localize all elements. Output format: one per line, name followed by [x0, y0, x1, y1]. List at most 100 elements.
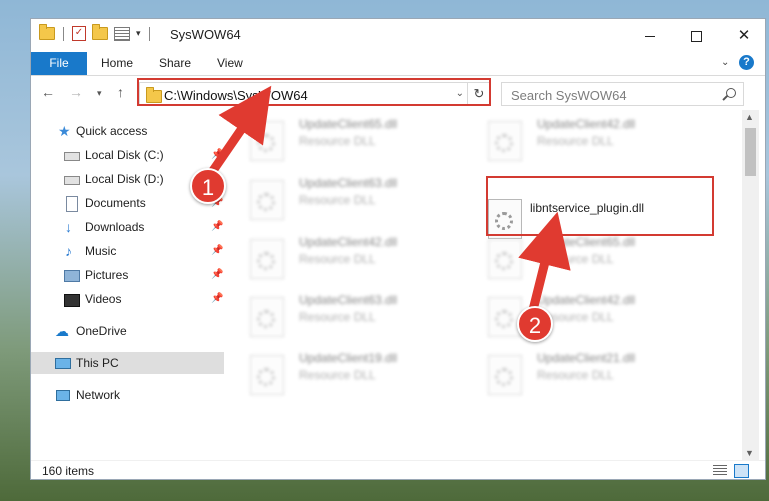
recent-locations-chevron-icon[interactable]: ▾ [97, 88, 102, 99]
pin-icon: 📌 [211, 245, 224, 256]
star-icon: ★ [58, 123, 71, 139]
help-icon[interactable]: ? [739, 55, 754, 70]
file-item[interactable]: UpdateClient19.dll Resource DLL [224, 347, 444, 397]
maximize-button[interactable] [673, 19, 719, 52]
sidebar-item-pictures[interactable]: Pictures 📌 [31, 264, 224, 286]
onedrive-icon: ☁ [55, 323, 69, 339]
customize-toolbar-chevron-icon[interactable]: ▾ [136, 28, 141, 39]
file-name: UpdateClient42.dll [537, 293, 636, 307]
dll-file-icon [250, 121, 284, 161]
navigation-pane: ★ Quick access Local Disk (C:) 📌 Local D… [31, 110, 224, 460]
file-list: UpdateClient65.dll Resource DLL UpdateCl… [224, 110, 742, 460]
dll-file-icon [488, 297, 522, 337]
dll-file-icon [488, 355, 522, 395]
properties-check-icon[interactable]: ✓ [72, 26, 86, 41]
window-title: SysWOW64 [170, 27, 241, 42]
file-type: Resource DLL [537, 368, 614, 382]
pictures-icon [64, 270, 80, 282]
large-icons-view-icon[interactable] [734, 464, 749, 478]
sidebar-item-this-pc[interactable]: This PC [31, 352, 224, 374]
file-name: UpdateClient21.dll [537, 351, 636, 365]
gear-icon [495, 368, 513, 386]
sidebar-item-label: Downloads [85, 220, 145, 234]
file-name: UpdateClient63.dll [299, 176, 398, 190]
pin-icon: 📌 [211, 149, 224, 160]
gear-icon [257, 252, 275, 270]
file-item[interactable]: UpdateClient21.dll Resource DLL [462, 347, 682, 397]
search-placeholder: Search SysWOW64 [511, 88, 627, 103]
file-item[interactable]: UpdateClient63.dll Resource DLL [224, 172, 444, 222]
details-view-icon[interactable] [713, 465, 727, 476]
dll-file-icon [488, 239, 522, 279]
tab-home[interactable]: Home [101, 52, 133, 75]
file-name: UpdateClient19.dll [299, 351, 398, 365]
back-button[interactable]: ← [41, 84, 55, 100]
properties-icon[interactable] [114, 26, 130, 41]
separator [148, 26, 150, 41]
tab-file[interactable]: File [31, 52, 87, 75]
expand-ribbon-chevron-icon[interactable]: ⌄ [721, 57, 729, 68]
dll-file-icon [250, 355, 284, 395]
gear-icon [257, 134, 275, 152]
sidebar-item-local-disk-c[interactable]: Local Disk (C:) 📌 [31, 144, 224, 166]
scroll-thumb[interactable] [745, 128, 756, 176]
this-pc-icon [55, 358, 71, 369]
file-type: Resource DLL [299, 310, 376, 324]
pin-icon: 📌 [211, 221, 224, 232]
file-item[interactable]: UpdateClient65.dll Resource DLL [224, 113, 444, 163]
status-bar: 160 items [31, 460, 765, 481]
file-type: Resource DLL [299, 193, 376, 207]
sidebar-item-videos[interactable]: Videos 📌 [31, 288, 224, 310]
file-item[interactable]: UpdateClient42.dll Resource DLL [224, 231, 444, 281]
scroll-up-icon[interactable]: ▲ [745, 112, 754, 122]
file-type: Resource DLL [299, 134, 376, 148]
gear-icon [495, 252, 513, 270]
disk-icon [64, 152, 80, 161]
maximize-icon [690, 30, 702, 42]
dll-file-icon [250, 297, 284, 337]
network-icon [56, 390, 70, 401]
new-folder-icon[interactable] [92, 24, 108, 40]
music-icon: ♪ [65, 243, 72, 259]
sidebar-item-label: This PC [76, 356, 119, 370]
quick-access-toolbar: ✓ ▾ [39, 24, 152, 41]
vertical-scrollbar[interactable]: ▲ ▼ [742, 110, 759, 460]
sidebar-item-quick-access[interactable]: ★ Quick access [31, 120, 224, 142]
address-highlight-box [137, 78, 491, 106]
separator [63, 26, 64, 41]
file-item[interactable]: UpdateClient42.dll Resource DLL [462, 289, 682, 339]
dll-file-icon [488, 121, 522, 161]
sidebar-item-label: Documents [85, 196, 146, 210]
sidebar-item-label: Local Disk (D:) [85, 172, 164, 186]
file-type: Resource DLL [537, 134, 614, 148]
pin-icon: 📌 [211, 269, 224, 280]
search-icon[interactable] [726, 88, 736, 98]
sidebar-item-downloads[interactable]: ↓ Downloads 📌 [31, 216, 224, 238]
up-button[interactable]: ↑ [117, 84, 124, 100]
sidebar-item-network[interactable]: Network [31, 384, 224, 406]
forward-button[interactable]: → [69, 84, 83, 100]
tab-share[interactable]: Share [159, 52, 191, 75]
tab-view[interactable]: View [217, 52, 243, 75]
file-name: UpdateClient63.dll [299, 293, 398, 307]
search-input[interactable]: Search SysWOW64 [501, 82, 744, 106]
scroll-down-icon[interactable]: ▼ [745, 448, 754, 458]
minimize-button[interactable] [627, 19, 673, 52]
file-highlight-box [486, 176, 714, 236]
file-name: UpdateClient65.dll [299, 117, 398, 131]
videos-icon [64, 294, 80, 307]
file-name: UpdateClient42.dll [537, 117, 636, 131]
sidebar-item-music[interactable]: ♪ Music 📌 [31, 240, 224, 262]
ribbon-tabs: File Home Share View ⌄ ? [31, 52, 765, 76]
downloads-icon: ↓ [65, 219, 72, 235]
file-type: Resource DLL [299, 252, 376, 266]
file-item[interactable]: UpdateClient63.dll Resource DLL [224, 289, 444, 339]
close-button[interactable]: ✕ [721, 19, 767, 52]
sidebar-item-onedrive[interactable]: ☁ OneDrive [31, 320, 224, 342]
dll-file-icon [250, 239, 284, 279]
file-name: UpdateClient42.dll [299, 235, 398, 249]
gear-icon [257, 310, 275, 328]
file-item[interactable]: UpdateClient42.dll Resource DLL [462, 113, 682, 163]
title-bar: ✓ ▾ SysWOW64 ✕ [31, 19, 765, 52]
file-item[interactable]: UpdateClient65.dll Resource DLL [462, 231, 682, 281]
